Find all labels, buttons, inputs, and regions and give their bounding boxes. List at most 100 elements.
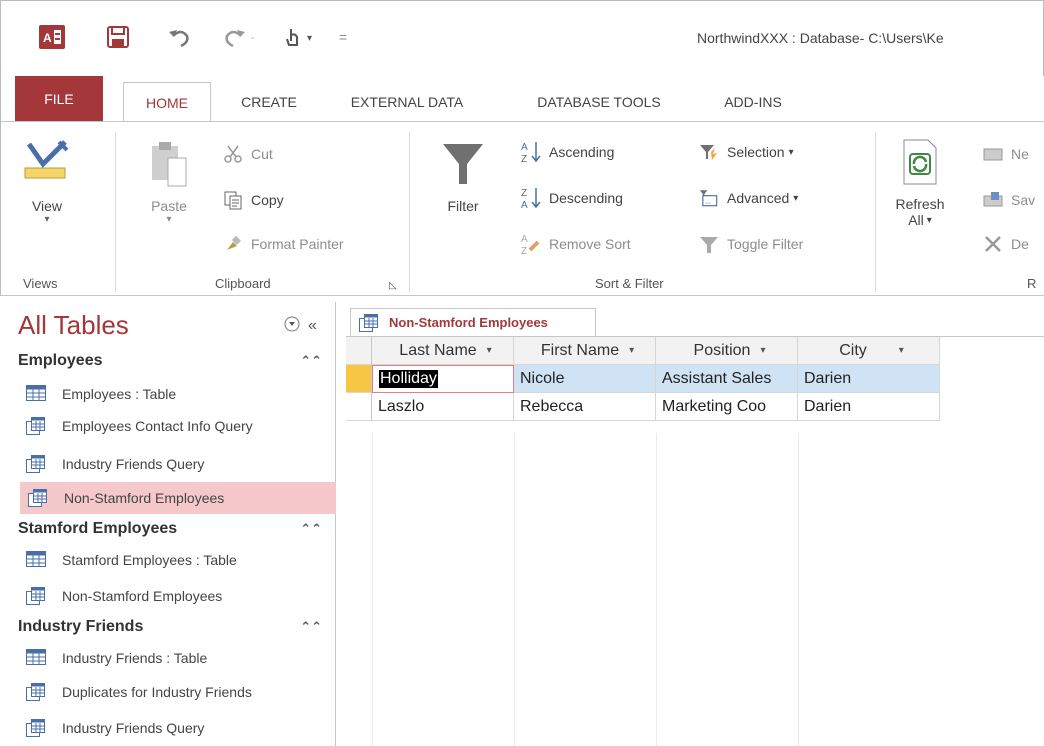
table-row[interactable]: Laszlo Rebecca Marketing Coo Darien — [346, 393, 940, 421]
table-cell-city[interactable]: Darien — [798, 393, 940, 421]
new-record-button[interactable]: Ne — [983, 144, 1029, 164]
nav-item-label: Employees : Table — [62, 386, 177, 402]
svg-text:...: ... — [705, 198, 711, 205]
nav-item-industry-friends-table[interactable]: Industry Friends : Table — [18, 642, 336, 674]
refresh-icon — [903, 139, 937, 185]
collapse-group-icon[interactable]: ⌃⌃ — [300, 353, 322, 369]
nav-item-non-stamford-employees-2[interactable]: Non-Stamford Employees — [18, 580, 336, 612]
descending-button[interactable]: ZA Descending — [521, 188, 623, 210]
tab-file[interactable]: FILE — [15, 76, 103, 122]
touch-mode-icon[interactable]: ▾ — [283, 23, 323, 51]
nav-item-non-stamford-employees[interactable]: Non-Stamford Employees — [20, 482, 336, 514]
nav-item-stamford-employees-table[interactable]: Stamford Employees : Table — [18, 544, 336, 576]
query-icon — [26, 587, 48, 605]
nav-group-employees[interactable]: Employees ⌃⌃ — [18, 346, 328, 376]
table-cell-position[interactable]: Assistant Sales — [656, 365, 798, 393]
query-icon — [26, 719, 48, 737]
nav-item-label: Duplicates for Industry Friends — [62, 684, 252, 700]
paste-button[interactable]: Paste ▾ — [139, 138, 199, 225]
filter-button[interactable]: Filter — [433, 138, 493, 214]
table-cell-last-name[interactable]: Laszlo — [372, 393, 514, 421]
nav-item-employees-table[interactable]: Employees : Table — [18, 378, 336, 410]
collapse-group-icon[interactable]: ⌃⌃ — [300, 619, 322, 635]
nav-item-label: Non-Stamford Employees — [64, 490, 225, 506]
column-filter-dropdown-icon[interactable]: ▾ — [760, 345, 765, 356]
svg-text:A: A — [521, 142, 528, 153]
nav-item-employees-contact-info-query[interactable]: Employees Contact Info Query — [18, 410, 336, 442]
table-cell-city[interactable]: Darien — [798, 365, 940, 393]
nav-group-industry-friends[interactable]: Industry Friends ⌃⌃ — [18, 612, 328, 642]
document-tab-non-stamford-employees[interactable]: Non-Stamford Employees — [350, 308, 596, 336]
new-label: Ne — [1011, 146, 1029, 162]
ribbon-tabs: FILE HOME CREATE EXTERNAL DATA DATABASE … — [0, 76, 1044, 123]
descending-label: Descending — [549, 190, 623, 206]
column-header-first-name[interactable]: First Name ▾ — [514, 337, 656, 365]
nav-item-label: Industry Friends : Table — [62, 650, 208, 666]
nav-menu-chevron-icon[interactable] — [284, 316, 300, 335]
record-selector[interactable] — [346, 365, 372, 393]
delete-record-button[interactable]: De — [983, 234, 1029, 254]
remove-sort-label: Remove Sort — [549, 236, 631, 252]
nav-item-label: Employees Contact Info Query — [62, 418, 253, 434]
table-cell-last-name[interactable]: Holliday — [372, 365, 514, 393]
table-cell-first-name[interactable]: Rebecca — [514, 393, 656, 421]
ascending-button[interactable]: AZ Ascending — [521, 142, 614, 164]
nav-item-industry-friends-query-2[interactable]: Industry Friends Query — [18, 712, 336, 744]
nav-item-label: Industry Friends Query — [62, 456, 205, 472]
column-filter-dropdown-icon[interactable]: ▾ — [487, 345, 492, 356]
copy-button[interactable]: Copy — [223, 190, 284, 210]
svg-text:Z: Z — [521, 246, 527, 256]
view-button[interactable]: View ▾ — [21, 138, 73, 225]
nav-pane-title[interactable]: All Tables — [18, 310, 129, 341]
advanced-button[interactable]: ... Advanced ▾ — [699, 188, 798, 208]
tab-home[interactable]: HOME — [123, 82, 211, 123]
table-row[interactable]: Holliday Nicole Assistant Sales Darien — [346, 365, 940, 393]
select-all-corner[interactable] — [346, 337, 372, 365]
advanced-label: Advanced — [727, 190, 790, 206]
tab-create[interactable]: CREATE — [223, 82, 315, 122]
qat-customize-icon[interactable]: = — [339, 23, 347, 51]
undo-icon[interactable] — [167, 23, 191, 51]
table-cell-first-name[interactable]: Nicole — [514, 365, 656, 393]
tab-add-ins[interactable]: ADD-INS — [713, 82, 793, 122]
sort-filter-group-label: Sort & Filter — [595, 276, 664, 291]
toggle-filter-button[interactable]: Toggle Filter — [699, 234, 803, 254]
selection-button[interactable]: Selection ▾ — [699, 142, 794, 162]
copy-label: Copy — [251, 192, 284, 208]
table-cell-position[interactable]: Marketing Coo — [656, 393, 798, 421]
column-header-position[interactable]: Position ▾ — [656, 337, 798, 365]
column-filter-dropdown-icon[interactable]: ▾ — [629, 345, 634, 356]
remove-sort-button[interactable]: AZ Remove Sort — [521, 234, 631, 256]
redo-icon[interactable]: - — [223, 23, 263, 51]
cell-value: Holliday — [379, 370, 438, 388]
window-title: NorthwindXXX : Database- C:\Users\Ke — [697, 30, 944, 46]
title-bar: A - ▾ = NorthwindXXX : Database- C:\User… — [0, 0, 1044, 76]
advanced-dropdown-icon: ▾ — [793, 192, 799, 204]
clipboard-dialog-launcher-icon[interactable]: ◺ — [389, 280, 397, 291]
nav-group-stamford-employees[interactable]: Stamford Employees ⌃⌃ — [18, 514, 328, 544]
nav-item-duplicates-for-industry-friends[interactable]: Duplicates for Industry Friends — [18, 676, 336, 708]
selection-label: Selection — [727, 144, 785, 160]
nav-item-industry-friends-query[interactable]: Industry Friends Query — [18, 448, 336, 480]
record-selector[interactable] — [346, 393, 372, 421]
save-record-icon — [983, 190, 1003, 210]
save-icon[interactable] — [107, 23, 129, 51]
tab-external-data[interactable]: EXTERNAL DATA — [337, 82, 477, 122]
save-record-button[interactable]: Sav — [983, 190, 1035, 210]
column-header-city[interactable]: City ▾ — [798, 337, 940, 365]
format-painter-icon — [223, 234, 243, 254]
access-app-icon[interactable]: A — [39, 23, 65, 51]
cut-button[interactable]: Cut — [223, 144, 273, 164]
column-filter-dropdown-icon[interactable]: ▾ — [899, 345, 904, 356]
collapse-group-icon[interactable]: ⌃⌃ — [300, 521, 322, 537]
column-header-last-name[interactable]: Last Name ▾ — [372, 337, 514, 365]
new-record-icon — [983, 144, 1003, 164]
copy-icon — [223, 190, 243, 210]
grid-line — [372, 433, 373, 746]
shutter-bar-collapse-icon[interactable]: « — [308, 317, 317, 335]
view-dropdown-icon: ▾ — [44, 214, 50, 225]
tab-database-tools[interactable]: DATABASE TOOLS — [519, 82, 679, 122]
svg-text:Z: Z — [521, 154, 527, 164]
format-painter-button[interactable]: Format Painter — [223, 234, 344, 254]
refresh-all-button[interactable]: Refresh All ▾ — [889, 138, 951, 228]
